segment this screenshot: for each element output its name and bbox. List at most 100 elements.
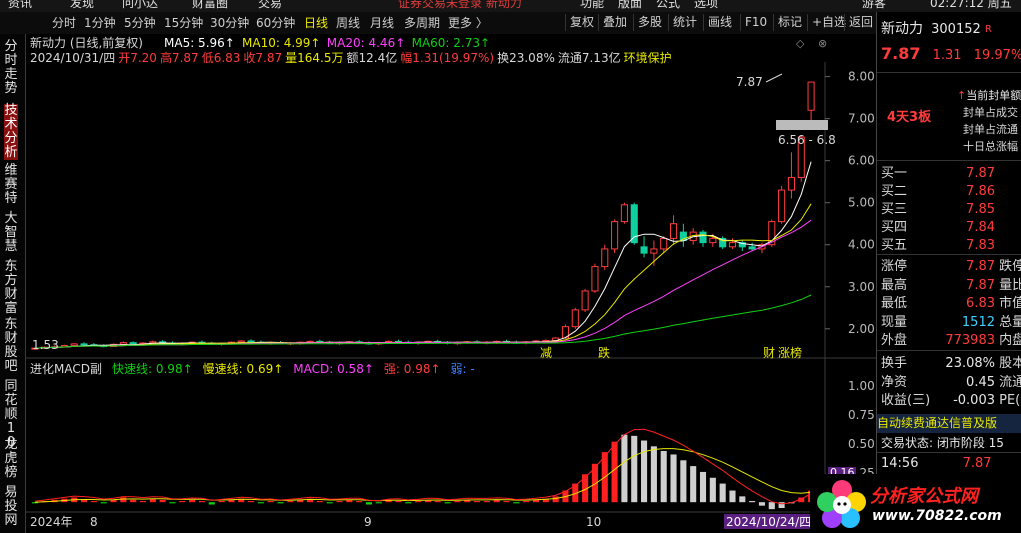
marker-drop: 跌	[598, 345, 610, 360]
macd-bar-9	[120, 497, 127, 503]
macd-bar-24	[267, 501, 274, 503]
bid-label-1: 买二	[881, 184, 908, 199]
menu-layout[interactable]: 版面	[618, 0, 642, 11]
menu-options[interactable]: 选项	[694, 0, 718, 11]
login-notice[interactable]: 证券交易未登录 新动力	[398, 0, 522, 11]
menu-trade[interactable]: 交易	[258, 0, 282, 11]
macd-bar-10	[130, 499, 137, 503]
macd-bar-31	[336, 501, 343, 503]
stat-right-0: 跌停	[999, 259, 1021, 274]
macd-bar-37	[395, 501, 402, 503]
btn-statistics[interactable]: 统计	[668, 14, 701, 31]
info-item-4: 收7.87	[243, 51, 282, 65]
macd-bar-67	[690, 466, 697, 503]
btn-multi-stock[interactable]: 多股	[633, 14, 666, 31]
info-item-3: 低6.83	[202, 51, 241, 65]
period-monthly[interactable]: 月线	[370, 15, 394, 31]
nav-eastmoney[interactable]: 东方财富	[4, 260, 18, 316]
period-intraday[interactable]: 分时	[52, 15, 76, 31]
crosshair-box	[776, 120, 828, 130]
stat-row-0: 涨停 7.87 跌停	[881, 257, 1021, 276]
macd-bar-43	[454, 501, 461, 503]
x-label-sep: 9	[364, 515, 372, 529]
collapse-icon[interactable]: ⊗	[818, 37, 827, 50]
macd-bar-49	[513, 502, 520, 504]
flower-logo-icon	[817, 480, 866, 528]
kline-chart[interactable]: 新动力 (日线,前复权) MA5: 5.96↑ MA10: 4.99↑ MA20: …	[26, 34, 876, 533]
stat-value-0: 7.87	[966, 259, 995, 274]
btn-adjust[interactable]: 复权	[565, 14, 598, 31]
macd-bar-53	[552, 496, 559, 503]
stat-value-4: 773983	[945, 333, 995, 348]
stat-label-4: 外盘	[881, 333, 908, 348]
stat2-row-2: 收益(三) -0.003 PE(动	[881, 391, 1021, 410]
chart-toolbar: 分时 1分钟 5分钟 15分钟 30分钟 60分钟 日线 周线 月线 多周期 更…	[0, 12, 876, 35]
nav-technical[interactable]: 技术分析	[4, 104, 18, 160]
price-tick-4: 4.00	[848, 238, 875, 252]
menu-formula[interactable]: 公式	[656, 0, 680, 11]
stat2-row-0: 换手 23.08% 股本	[881, 354, 1021, 373]
bid-value-3: 7.84	[966, 220, 995, 235]
btn-overlay[interactable]: 叠加	[598, 14, 631, 31]
period-15min[interactable]: 15分钟	[164, 15, 203, 31]
macd-bar-29	[316, 501, 323, 503]
nav-intraday[interactable]: 分时走势	[4, 40, 18, 96]
macd-bar-69	[709, 477, 716, 503]
macd-bar-61	[631, 435, 638, 503]
period-daily[interactable]: 日线	[304, 15, 328, 31]
btn-mark[interactable]: 标记	[773, 14, 806, 31]
period-weekly[interactable]: 周线	[336, 15, 360, 31]
nav-guba[interactable]: 东财股吧	[4, 318, 18, 374]
macd-legend: 快速线: 0.98↑ 慢速线: 0.69↑ MACD: 0.58↑ 强: 0.98↑ 弱…	[112, 362, 475, 376]
macd-bar-60	[621, 434, 628, 503]
promo-banner[interactable]: 自动续费通达信普及版	[877, 414, 1021, 433]
btn-f10[interactable]: F10	[740, 14, 771, 31]
stat2-right-0: 股本	[999, 356, 1021, 371]
macd-bar-48	[503, 501, 510, 503]
period-more[interactable]: 更多 〉	[448, 15, 488, 31]
btn-draw[interactable]: 画线	[703, 14, 736, 31]
nav-lhb[interactable]: 龙虎榜	[4, 438, 18, 480]
stat2-label-1: 净资	[881, 374, 908, 390]
stat-value-1: 7.87	[966, 277, 995, 293]
period-30min[interactable]: 30分钟	[210, 15, 249, 31]
ohlc-info-line: 2024/10/31/四 开7.20 高7.87 低6.83 收7.87 量164.5万额…	[30, 50, 672, 65]
period-60min[interactable]: 60分钟	[256, 15, 295, 31]
diamond-icon[interactable]: ◇	[796, 37, 805, 50]
menu-discover[interactable]: 发现	[70, 0, 94, 11]
sub-indicator-title: 进化MACD副	[30, 362, 102, 376]
x-label-aug: 8	[90, 515, 98, 529]
stat2-value-2: -0.003	[953, 393, 995, 408]
crosshair-label: 6.56 - 6.8	[778, 133, 836, 147]
candle-76	[778, 185, 786, 224]
price-tick-5: 3.00	[848, 280, 875, 294]
guest-label: 游客	[862, 0, 887, 10]
top-menu-bar: 资讯 发现 问小达 财富圈 交易 证券交易未登录 新动力 功能 版面 公式 选项…	[0, 0, 1021, 12]
period-multi[interactable]: 多周期	[404, 15, 440, 31]
candle-60	[620, 202, 628, 224]
macd-bar-15	[179, 501, 186, 503]
macd-bar-7	[100, 502, 107, 504]
macd-tick-1: 0.75	[848, 408, 875, 422]
nav-weisaite[interactable]: 维赛特	[4, 164, 18, 206]
menu-wealth[interactable]: 财富圈	[192, 0, 228, 11]
menu-news[interactable]: 资讯	[8, 0, 32, 11]
macd-bar-30	[326, 502, 333, 504]
macd-bar-46	[483, 501, 490, 503]
macd-bar-75	[768, 502, 775, 510]
menu-function[interactable]: 功能	[580, 0, 604, 11]
ma-label-3: MA60: 2.73↑	[412, 36, 490, 50]
info-item-5: 量164.5万	[285, 51, 343, 65]
macd-bar-33	[356, 501, 363, 503]
period-5min[interactable]: 5分钟	[124, 15, 156, 31]
macd-bar-42	[444, 502, 451, 504]
menu-ask[interactable]: 问小达	[122, 0, 158, 11]
margin-flag: R	[984, 24, 992, 35]
period-1min[interactable]: 1分钟	[84, 15, 116, 31]
macd-bar-70	[719, 483, 726, 503]
bid-label-4: 买五	[881, 238, 908, 253]
quote-panel: 新动力 300152 R 7.87 1.31 19.97% 4天3板 ↑当前封单…	[876, 12, 1021, 533]
btn-back[interactable]: 返回	[844, 14, 877, 31]
nav-yitou[interactable]: 易投网	[4, 486, 18, 528]
nav-dzh[interactable]: 大智慧	[4, 212, 18, 254]
